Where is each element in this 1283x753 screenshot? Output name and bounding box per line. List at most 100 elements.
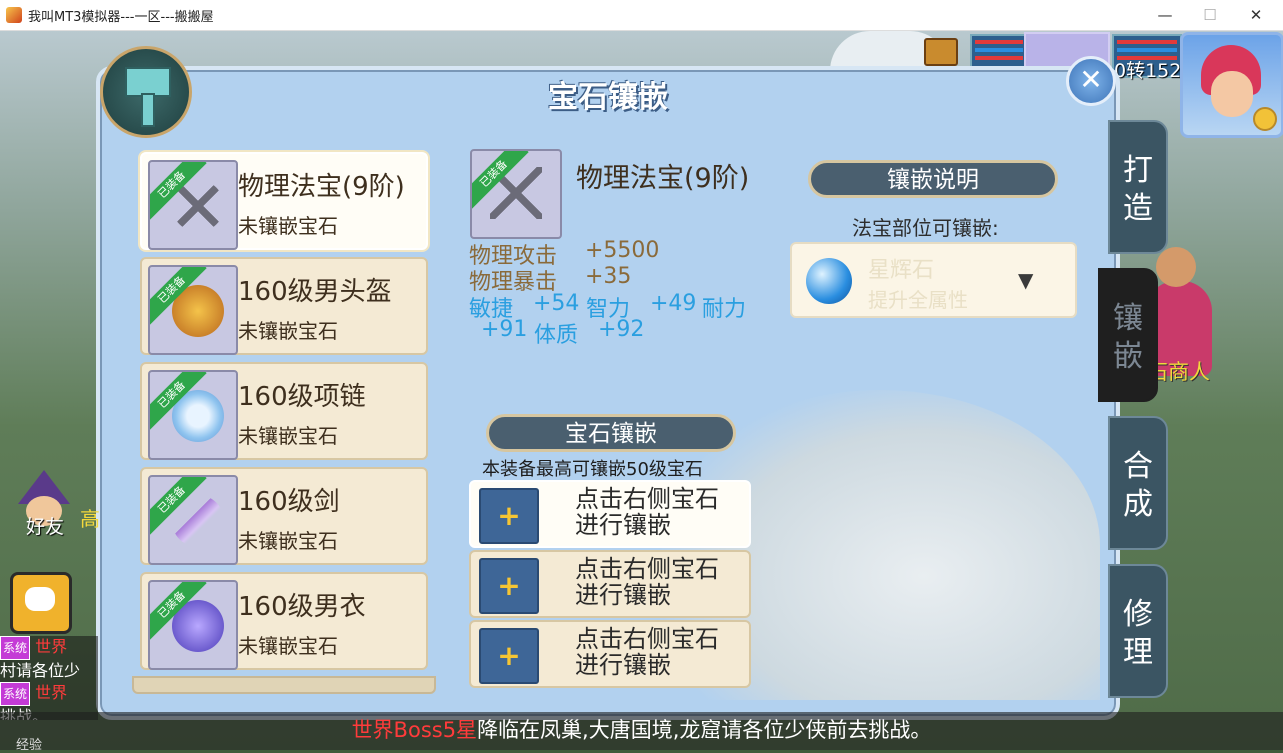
detail-name: 物理法宝(9阶): [576, 163, 750, 194]
window-titlebar: 我叫MT3模拟器---一区---搬搬屋 — ☐ ✕: [0, 0, 1283, 31]
chat-line: 系统 世界: [0, 682, 98, 706]
slot-hint-line: 点击右侧宝石: [575, 625, 719, 653]
slot-hint: 点击右侧宝石 进行镶嵌: [575, 556, 719, 608]
chat-log[interactable]: 系统 世界 村请各位少 系统 世界 挑战。: [0, 636, 98, 720]
max-level-note: 本装备最高可镶嵌50级宝石: [482, 459, 703, 480]
item-thumbnail: 已装备: [148, 370, 238, 460]
slot-hint: 点击右侧宝石 进行镶嵌: [575, 486, 719, 538]
item-name: 160级男衣: [238, 592, 366, 622]
tab-combine[interactable]: 合 成: [1108, 416, 1168, 550]
item-name: 160级剑: [238, 487, 340, 517]
chat-text: 村请各位少: [0, 661, 81, 680]
gem-description: 提升全属性: [868, 288, 968, 312]
gem-icon: [806, 258, 852, 304]
item-thumbnail: 已装备: [148, 160, 238, 250]
stat-label: 耐力: [702, 297, 747, 322]
npc-head: [1156, 247, 1196, 287]
tab-label: 合: [1123, 449, 1153, 484]
exp-label: 经验: [16, 738, 43, 753]
gem-type-dropdown[interactable]: 星辉石 提升全属性 ▼: [790, 242, 1077, 318]
item-name: 160级项链: [238, 382, 366, 412]
slot-hint-line: 点击右侧宝石: [575, 555, 719, 583]
equipment-item[interactable]: 已装备 160级男头盔 未镶嵌宝石: [140, 257, 428, 355]
marquee-highlight: 世界Boss5星: [351, 718, 478, 742]
stat-value: +5500: [585, 238, 660, 263]
stat-label: 体质: [534, 323, 579, 348]
equipment-item[interactable]: 已装备 160级男衣 未镶嵌宝石: [140, 572, 428, 670]
equipment-item[interactable]: 已装备 160级剑 未镶嵌宝石: [140, 467, 428, 565]
slot-hint-line: 进行镶嵌: [575, 581, 671, 609]
tab-repair[interactable]: 修 理: [1108, 564, 1168, 698]
tab-label: 成: [1123, 487, 1153, 522]
slot-hint-line: 进行镶嵌: [575, 511, 671, 539]
tab-inlay[interactable]: 镶 嵌: [1098, 268, 1158, 402]
minimize-button[interactable]: —: [1143, 3, 1187, 27]
tab-label: 修: [1123, 597, 1153, 632]
tab-label: 嵌: [1113, 339, 1143, 374]
friends-label: 好友: [26, 516, 65, 538]
equipment-item[interactable]: 已装备 物理法宝(9阶) 未镶嵌宝石: [140, 152, 428, 250]
item-name: 160级男头盔: [238, 277, 392, 307]
channel-name: 世界: [35, 637, 68, 656]
chat-line: 系统 世界: [0, 636, 98, 660]
coin-icon: [1253, 107, 1277, 131]
panel-close-button[interactable]: ✕: [1066, 56, 1116, 106]
tab-forge[interactable]: 打 造: [1108, 120, 1168, 254]
stat-value: +92: [598, 317, 645, 342]
bag-icon[interactable]: [924, 38, 958, 66]
player-avatar[interactable]: [1180, 32, 1283, 138]
level-text: 0转152: [1114, 60, 1182, 82]
stat-value: +49: [650, 291, 697, 316]
slot-hint-line: 进行镶嵌: [575, 651, 671, 679]
tab-label: 理: [1123, 635, 1153, 670]
marquee-text: 降临在凤巢,大唐国境,龙窟请各位少侠前去挑战。: [477, 718, 932, 742]
dropdown-arrow-icon[interactable]: ▼: [1018, 268, 1033, 292]
tab-label: 打: [1123, 153, 1153, 188]
chat-button[interactable]: [10, 572, 72, 634]
inlay-info-banner: 镶嵌说明: [808, 160, 1058, 198]
hammer-icon: [100, 46, 192, 138]
hp-bar: [975, 56, 1023, 60]
tab-label: 镶: [1113, 301, 1143, 336]
channel-name: 世界: [35, 683, 68, 702]
detail-thumbnail: 已装备: [470, 149, 562, 239]
stat-value: +54: [533, 291, 580, 316]
app-icon: [6, 7, 22, 23]
gem-inlay-banner: 宝石镶嵌: [486, 414, 736, 452]
item-thumbnail: 已装备: [148, 265, 238, 355]
add-gem-icon[interactable]: +: [479, 558, 539, 614]
add-gem-icon[interactable]: +: [479, 628, 539, 684]
gem-slot[interactable]: + 点击右侧宝石 进行镶嵌: [469, 550, 751, 618]
chat-bubble-icon: [25, 587, 55, 611]
list-scroll-edge: [132, 676, 436, 694]
slot-description: 法宝部位可镶嵌:: [852, 216, 999, 240]
panel-title: 宝石镶嵌: [548, 80, 668, 115]
avatar-face: [1211, 71, 1253, 117]
slot-hint: 点击右侧宝石 进行镶嵌: [575, 626, 719, 678]
window-title: 我叫MT3模拟器---一区---搬搬屋: [28, 10, 214, 25]
item-status: 未镶嵌宝石: [238, 319, 338, 343]
item-status: 未镶嵌宝石: [238, 634, 338, 658]
high-label: 高: [80, 507, 100, 531]
item-thumbnail: 已装备: [148, 475, 238, 565]
stat-value: +91: [481, 317, 528, 342]
system-tag: 系统: [0, 636, 31, 660]
close-window-button[interactable]: ✕: [1234, 3, 1278, 27]
add-gem-icon[interactable]: +: [479, 488, 539, 544]
item-status: 未镶嵌宝石: [238, 529, 338, 553]
gem-slot[interactable]: + 点击右侧宝石 进行镶嵌: [469, 620, 751, 688]
system-tag: 系统: [0, 682, 31, 706]
gem-slot[interactable]: + 点击右侧宝石 进行镶嵌: [469, 480, 751, 548]
slot-hint-line: 点击右侧宝石: [575, 485, 719, 513]
stat-value: +35: [585, 264, 632, 289]
item-status: 未镶嵌宝石: [238, 214, 338, 238]
broadcast-marquee: 世界Boss5星降临在凤巢,大唐国境,龙窟请各位少侠前去挑战。: [0, 712, 1283, 750]
tab-label: 造: [1123, 191, 1153, 226]
hp-bar: [975, 40, 1023, 44]
mp-bar: [975, 48, 1023, 52]
item-status: 未镶嵌宝石: [238, 424, 338, 448]
maximize-button[interactable]: ☐: [1188, 3, 1232, 27]
equipment-item[interactable]: 已装备 160级项链 未镶嵌宝石: [140, 362, 428, 460]
item-name: 物理法宝(9阶): [238, 172, 405, 202]
mp-bar: [1117, 48, 1177, 52]
